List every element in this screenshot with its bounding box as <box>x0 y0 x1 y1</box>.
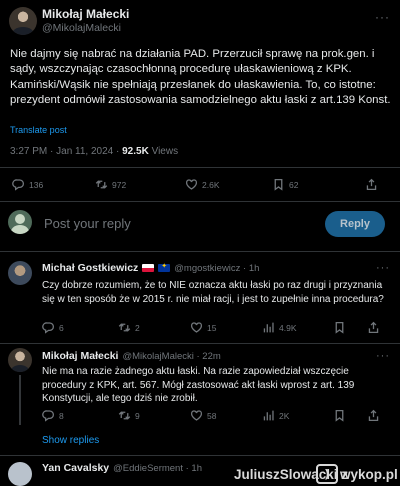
reply-handle-time[interactable]: @mgostkiewicz · 1h <box>174 263 259 274</box>
tweet-timestamp[interactable]: 3:27 PM · Jan 11, 2024 · <box>10 146 122 157</box>
like-count: 15 <box>207 322 217 333</box>
reply-text: Nie ma na razie żadnego aktu łaski. Na r… <box>42 366 355 404</box>
reply-action-bar: 6 2 15 4.9K <box>0 321 400 339</box>
reply-handle-time[interactable]: @MikolajMalecki · 22m <box>122 351 220 362</box>
views-label: Views <box>148 146 179 157</box>
reply-icon <box>42 322 55 334</box>
bookmark-icon <box>335 409 344 422</box>
reply-action[interactable]: 136 <box>12 178 43 191</box>
views-chart-icon <box>263 322 274 333</box>
views-count: 92.5K <box>122 146 149 157</box>
divider <box>0 201 400 202</box>
like-count: 58 <box>207 410 217 421</box>
reply-composer: Post your reply Reply <box>0 203 400 241</box>
bookmark-icon <box>274 178 283 191</box>
watermark-site: wykop.pl <box>340 466 398 482</box>
reply-icon <box>12 179 25 191</box>
main-tweet: Mikołaj Małecki @MikolajMalecki ··· Nie … <box>0 0 400 200</box>
repost-icon <box>118 323 131 332</box>
bookmark-count: 62 <box>289 179 299 190</box>
repost-action[interactable]: 972 <box>95 178 126 191</box>
views-count: 2K <box>279 410 290 421</box>
heart-icon <box>190 410 203 421</box>
more-options-icon[interactable]: ··· <box>376 350 390 362</box>
views-count: 4.9K <box>279 322 297 333</box>
bookmark-action[interactable] <box>333 321 346 334</box>
divider <box>0 167 400 168</box>
eu-flag-icon <box>158 262 171 272</box>
tweet-text: Nie dajmy się nabrać na działania PAD. P… <box>10 48 391 106</box>
like-action[interactable]: 58 <box>190 409 216 422</box>
author-handle[interactable]: @MikolajMalecki <box>42 22 121 34</box>
reply-author-name[interactable]: Yan Cavalsky <box>42 462 109 474</box>
reply-author-name[interactable]: Michał Gostkiewicz <box>42 262 138 274</box>
reply-avatar[interactable] <box>8 261 32 285</box>
more-options-icon[interactable]: ··· <box>376 262 390 274</box>
show-replies-link[interactable]: Show replies <box>42 435 99 446</box>
divider <box>0 251 400 252</box>
reply-icon <box>42 410 55 422</box>
repost-action[interactable]: 9 <box>118 409 140 422</box>
share-icon <box>366 178 377 191</box>
translate-post-link[interactable]: Translate post <box>10 125 67 135</box>
main-action-bar: 136 972 2.6K 62 <box>0 178 400 196</box>
wykop-logo-icon: ) <box>316 464 338 484</box>
reply-header: Yan Cavalsky @EddieSerment · 1h <box>42 462 202 474</box>
views-action[interactable]: 4.9K <box>262 321 297 334</box>
reply-button[interactable]: Reply <box>325 211 385 237</box>
reply-action[interactable]: 6 <box>42 321 64 334</box>
reply-action[interactable]: 8 <box>42 409 64 422</box>
repost-action[interactable]: 2 <box>118 321 140 334</box>
share-action[interactable] <box>367 409 380 422</box>
wykop-logo: ) wykop.pl <box>316 463 398 485</box>
share-icon <box>368 409 379 422</box>
author-name[interactable]: Mikołaj Małecki <box>42 7 129 21</box>
repost-count: 2 <box>135 322 140 333</box>
reply-header: Mikołaj Małecki @MikolajMalecki · 22m <box>42 350 221 362</box>
reply-header: Michał Gostkiewicz @mgostkiewicz · 1h <box>42 262 259 274</box>
share-action[interactable] <box>367 321 380 334</box>
reply-avatar[interactable] <box>8 348 32 372</box>
bookmark-action[interactable] <box>333 409 346 422</box>
share-icon <box>368 321 379 334</box>
repost-icon <box>118 411 131 420</box>
like-action[interactable]: 15 <box>190 321 216 334</box>
more-options-icon[interactable]: ··· <box>375 10 390 24</box>
current-user-avatar[interactable] <box>8 210 32 234</box>
poland-flag-icon <box>142 264 155 272</box>
reply-count: 136 <box>29 179 44 190</box>
share-action[interactable] <box>365 178 378 191</box>
like-count: 2.6K <box>202 179 220 190</box>
bookmark-icon <box>335 321 344 334</box>
like-action[interactable]: 2.6K <box>185 178 220 191</box>
repost-icon <box>95 180 108 189</box>
reply-handle-time[interactable]: @EddieSerment · 1h <box>113 463 202 474</box>
author-avatar[interactable] <box>9 7 37 35</box>
reply-avatar[interactable] <box>8 462 32 486</box>
views-chart-icon <box>263 410 274 421</box>
reply-count: 8 <box>59 410 64 421</box>
divider <box>0 343 400 344</box>
heart-icon <box>190 322 203 333</box>
reply-author-name[interactable]: Mikołaj Małecki <box>42 350 118 362</box>
views-action[interactable]: 2K <box>262 409 289 422</box>
reply-input[interactable]: Post your reply <box>44 216 131 231</box>
reply-count: 6 <box>59 322 64 333</box>
reply-text: Czy dobrze rozumiem, że to NIE oznacza a… <box>42 280 384 305</box>
divider <box>0 455 400 456</box>
repost-count: 9 <box>135 410 140 421</box>
heart-icon <box>185 179 198 190</box>
tweet-meta: 3:27 PM · Jan 11, 2024 · 92.5K Views <box>10 146 178 157</box>
repost-count: 972 <box>112 179 127 190</box>
bookmark-action[interactable]: 62 <box>272 178 298 191</box>
reply-action-bar: 8 9 58 2K <box>0 409 400 427</box>
